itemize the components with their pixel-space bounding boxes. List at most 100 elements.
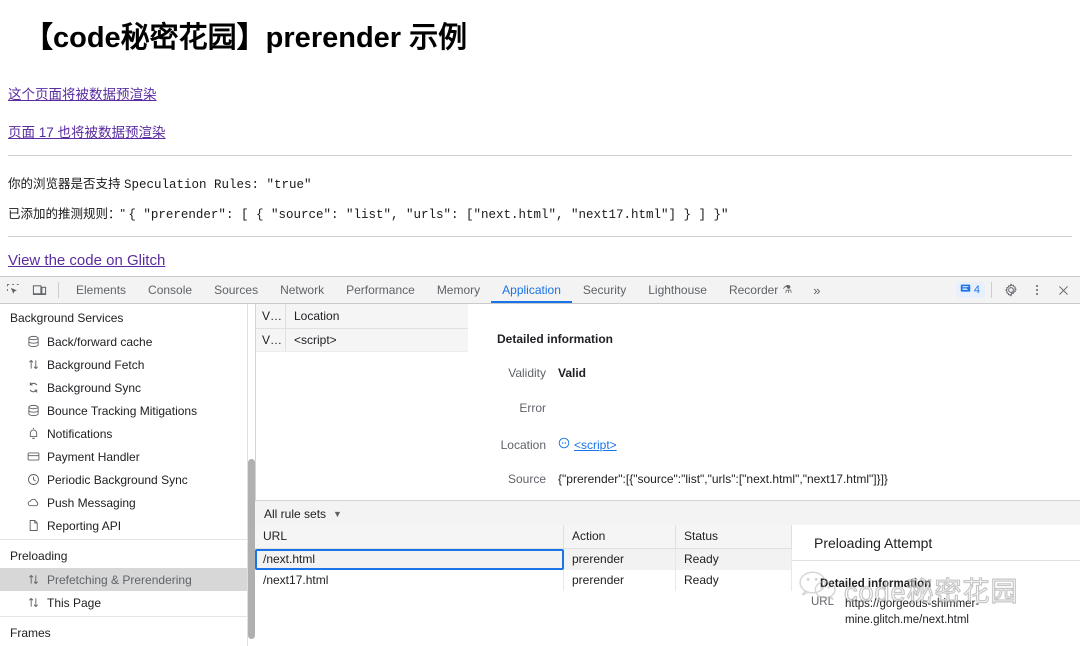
prerender-link-next[interactable]: 这个页面将被数据预渲染 <box>8 83 157 103</box>
rule-sets-row[interactable]: V… <script> <box>256 329 468 352</box>
arrows-updown-icon <box>26 573 40 587</box>
sidebar-item-label: Payment Handler <box>47 450 140 464</box>
tab-elements-label: Elements <box>76 277 126 303</box>
detail-value-location[interactable]: <script> <box>574 438 617 452</box>
issues-count: 4 <box>974 284 980 296</box>
credit-card-icon <box>26 450 40 464</box>
rules-filter-toolbar: All rule sets ▼ <box>255 500 1080 527</box>
chevron-down-icon: ▼ <box>333 509 342 519</box>
tab-recorder[interactable]: Recorder ⚗ <box>718 277 803 303</box>
sidebar-item-background-sync[interactable]: Background Sync <box>0 376 247 399</box>
detail-information-title: Detailed information <box>497 332 613 346</box>
sidebar-item-label: This Page <box>47 596 101 610</box>
sidebar-item-label: Background Sync <box>47 381 141 395</box>
sidebar-item-label: Background Fetch <box>47 358 144 372</box>
sidebar-item-label: Notifications <box>47 427 112 441</box>
tab-performance[interactable]: Performance <box>335 277 426 303</box>
arrows-updown-icon <box>26 358 40 372</box>
gear-icon[interactable] <box>998 278 1024 302</box>
preloading-attempt-panel: Preloading Attempt Detailed information … <box>792 525 1080 646</box>
sidebar-item-notifications[interactable]: Notifications <box>0 422 247 445</box>
bell-icon <box>26 427 40 441</box>
tab-lighthouse[interactable]: Lighthouse <box>637 277 718 303</box>
sidebar-item-background-fetch[interactable]: Background Fetch <box>0 353 247 376</box>
attempts-col-status[interactable]: Status <box>676 525 792 548</box>
tab-memory[interactable]: Memory <box>426 277 491 303</box>
screenshot-root: 【code秘密花园】prerender 示例 这个页面将被数据预渲染 页面 17… <box>0 0 1080 646</box>
attempt-detail-key-url: URL <box>792 596 834 628</box>
arrows-updown-icon <box>26 596 40 610</box>
tab-security-label: Security <box>583 277 626 303</box>
experiment-flask-icon: ⚗ <box>782 277 792 303</box>
table-row[interactable]: /next.html prerender Ready <box>255 549 792 570</box>
tab-memory-label: Memory <box>437 277 480 303</box>
attempt-detail-row-url: URL https://gorgeous-shimmer- mine.glitc… <box>792 596 1080 628</box>
rule-sets-list: V… Location V… <script> <box>255 304 469 501</box>
devtools-toolbar-right: 4 <box>956 278 1080 302</box>
document-icon <box>26 519 40 533</box>
tab-security[interactable]: Security <box>572 277 637 303</box>
attempt-url: /next.html <box>255 549 564 570</box>
tab-network-label: Network <box>280 277 324 303</box>
speculation-rules-status: 已添加的推测规则：" { "prerender": [ { "source": … <box>8 203 729 222</box>
speculation-support-label: 你的浏览器是否支持 <box>8 177 124 191</box>
detail-row-location: Location <script> <box>468 437 617 452</box>
rule-sets-header: V… Location <box>256 304 468 329</box>
attempts-col-url[interactable]: URL <box>255 525 564 548</box>
sidebar-item-bounce-tracking-mitigations[interactable]: Bounce Tracking Mitigations <box>0 399 247 422</box>
tab-application[interactable]: Application <box>491 277 572 303</box>
tab-lighthouse-label: Lighthouse <box>648 277 707 303</box>
detail-row-source: Source {"prerender":[{"source":"list","u… <box>468 472 888 486</box>
rule-set-filter-dropdown[interactable]: All rule sets ▼ <box>255 507 342 521</box>
sidebar-item-this-page[interactable]: This Page <box>0 591 247 614</box>
source-location-icon <box>558 437 570 452</box>
sidebar-item-reporting-api[interactable]: Reporting API <box>0 514 247 537</box>
tab-sources[interactable]: Sources <box>203 277 269 303</box>
rule-sets-col-validity[interactable]: V… <box>256 304 286 328</box>
sidebar-item-back-forward-cache[interactable]: Back/forward cache <box>0 330 247 353</box>
attempt-detail-title: Detailed information <box>820 578 1080 590</box>
sidebar-item-periodic-background-sync[interactable]: Periodic Background Sync <box>0 468 247 491</box>
devtools-toolbar: Elements Console Sources Network Perform… <box>0 277 1080 304</box>
device-toolbar-icon[interactable] <box>26 278 52 302</box>
tab-network[interactable]: Network <box>269 277 335 303</box>
table-row[interactable]: /next17.html prerender Ready <box>255 570 792 591</box>
attempt-status: Ready <box>676 549 792 570</box>
inspect-element-icon[interactable] <box>0 278 26 302</box>
prerender-link-next17[interactable]: 页面 17 也将被数据预渲染 <box>8 121 166 141</box>
sidebar-scrollbar[interactable] <box>248 459 255 639</box>
view-code-on-glitch-link[interactable]: View the code on Glitch <box>8 252 165 269</box>
tab-application-label: Application <box>502 277 561 303</box>
cloud-icon <box>26 496 40 510</box>
rule-set-location: <script> <box>286 333 337 347</box>
attempt-detail-url-line2: mine.glitch.me/next.html <box>845 612 979 628</box>
devtools-panel: Elements Console Sources Network Perform… <box>0 276 1080 646</box>
attempt-action: prerender <box>564 570 676 591</box>
tab-elements[interactable]: Elements <box>65 277 137 303</box>
detail-row-error: Error <box>468 401 558 415</box>
attempts-col-action[interactable]: Action <box>564 525 676 548</box>
three-dots-icon[interactable] <box>1024 278 1050 302</box>
attempts-table-header: URL Action Status <box>255 525 792 549</box>
toolbar-separator <box>58 282 59 298</box>
sidebar-item-payment-handler[interactable]: Payment Handler <box>0 445 247 468</box>
tab-console[interactable]: Console <box>137 277 203 303</box>
speculation-support-value: Speculation Rules: "true" <box>124 178 312 192</box>
clock-icon <box>26 473 40 487</box>
attempt-detail-url-line1: https://gorgeous-shimmer- <box>845 596 979 612</box>
divider-bottom <box>8 236 1072 237</box>
rule-sets-col-location[interactable]: Location <box>286 309 339 323</box>
sidebar-group-preloading: Preloading <box>0 542 247 568</box>
attempt-url: /next17.html <box>255 570 564 591</box>
toolbar-separator-right <box>991 282 992 298</box>
more-tabs-icon[interactable]: » <box>803 283 830 298</box>
sidebar-item-label: Prefetching & Prerendering <box>47 573 192 587</box>
sidebar-item-prefetching-prerendering[interactable]: Prefetching & Prerendering <box>0 568 247 591</box>
attempt-action: prerender <box>564 549 676 570</box>
issues-badge[interactable]: 4 <box>956 282 985 298</box>
close-icon[interactable] <box>1050 278 1076 302</box>
sidebar-item-push-messaging[interactable]: Push Messaging <box>0 491 247 514</box>
sidebar-divider-2 <box>0 616 247 617</box>
issues-icon <box>960 283 971 297</box>
page-title: 【code秘密花园】prerender 示例 <box>24 14 467 56</box>
